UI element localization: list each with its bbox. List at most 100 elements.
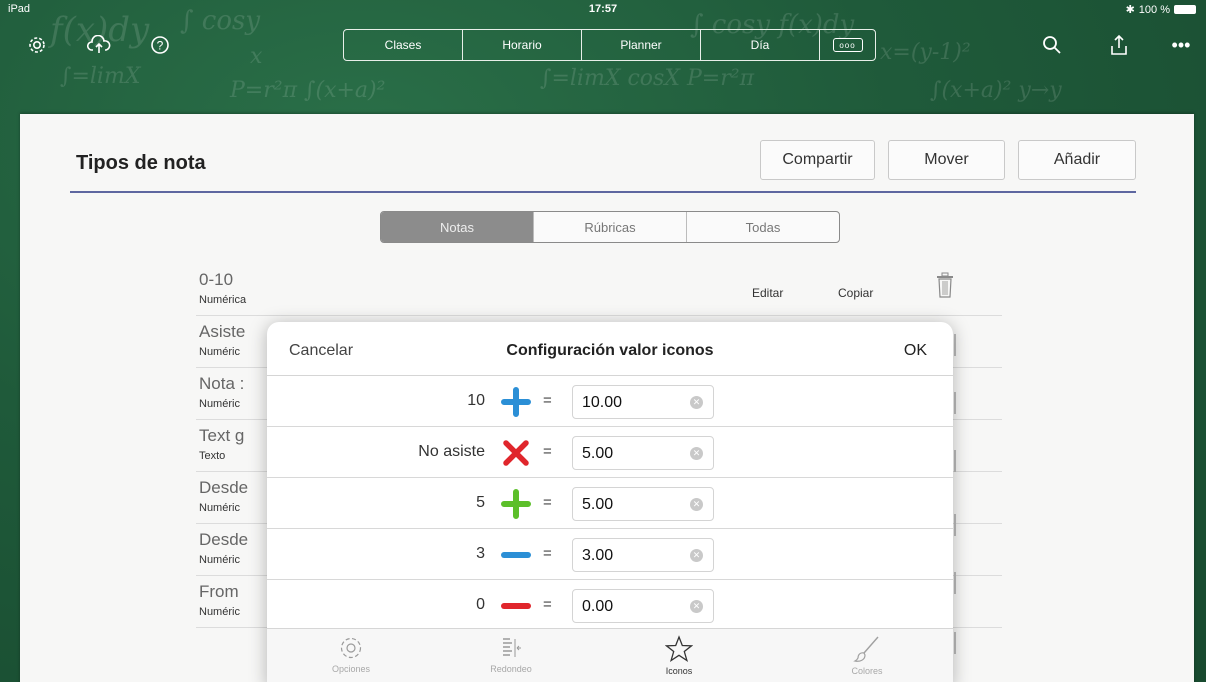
tab-opciones[interactable]: Opciones	[301, 635, 401, 682]
grade-type-name: Desde	[199, 530, 249, 549]
add-button[interactable]: Añadir	[1018, 140, 1136, 180]
value-input-text: 0.00	[582, 598, 614, 615]
equals-sign: =	[543, 596, 552, 613]
tab-notas[interactable]: Notas	[381, 212, 534, 242]
star-icon	[665, 635, 693, 663]
tab-label: Iconos	[665, 666, 693, 676]
clear-icon[interactable]: ✕	[690, 549, 703, 562]
top-nav-tabs: Clases Horario Planner Día ooo	[343, 29, 876, 61]
cloud-upload-icon[interactable]	[86, 32, 112, 58]
tab-planner[interactable]: Planner	[582, 30, 701, 60]
clear-icon[interactable]: ✕	[690, 498, 703, 511]
grade-type-name: Desde	[199, 478, 249, 497]
tab-todas[interactable]: Todas	[687, 212, 839, 242]
bluetooth-icon: ✱	[1125, 4, 1135, 16]
icon-value-row: 10 = 10.00 ✕	[267, 376, 953, 427]
tab-rubricas[interactable]: Rúbricas	[534, 212, 687, 242]
tab-more[interactable]: ooo	[820, 30, 875, 60]
more-tab-label: ooo	[832, 38, 863, 52]
clear-icon[interactable]: ✕	[690, 396, 703, 409]
trash-icon[interactable]	[936, 272, 954, 298]
edit-link[interactable]: Editar	[752, 286, 783, 300]
share-button[interactable]: Compartir	[760, 140, 875, 180]
clear-icon[interactable]: ✕	[690, 600, 703, 613]
value-input[interactable]: 3.00 ✕	[572, 538, 714, 572]
green-plus-icon	[501, 489, 531, 519]
grade-type-kind: Numéric	[199, 398, 240, 410]
icon-value-label: 10	[467, 392, 485, 409]
rounding-icon	[503, 638, 521, 657]
icon-value-label: 3	[476, 545, 485, 562]
value-input[interactable]: 5.00 ✕	[572, 436, 714, 470]
red-minus-icon	[501, 603, 531, 609]
grade-type-kind: Numérica	[199, 294, 247, 306]
value-input-text: 5.00	[582, 496, 614, 513]
help-icon[interactable]: ?	[147, 32, 173, 58]
battery-icon	[1174, 5, 1196, 14]
clock: 17:57	[588, 3, 618, 15]
title-divider	[70, 191, 1136, 193]
gear-icon[interactable]	[24, 32, 50, 58]
icon-value-row: 0 = 0.00 ✕	[267, 580, 953, 631]
status-bar: iPad 17:57 ✱ 100 %	[0, 2, 1206, 18]
tab-horario[interactable]: Horario	[463, 30, 582, 60]
equals-sign: =	[543, 494, 552, 511]
copy-link[interactable]: Copiar	[838, 286, 873, 300]
trash-icon[interactable]	[954, 450, 956, 472]
tab-label: Colores	[851, 666, 883, 676]
more-icon[interactable]: •••	[1168, 32, 1194, 58]
battery-status: ✱ 100 %	[1126, 3, 1196, 16]
tab-dia[interactable]: Día	[701, 30, 820, 60]
grade-type-name: Text g	[199, 426, 245, 445]
tab-redondeo[interactable]: Redondeo	[461, 635, 561, 682]
move-button[interactable]: Mover	[888, 140, 1005, 180]
equals-sign: =	[543, 545, 552, 562]
value-input-text: 10.00	[582, 394, 623, 411]
icon-value-dialog: Cancelar Configuración valor iconos OK 1…	[267, 322, 953, 682]
equals-sign: =	[543, 392, 552, 409]
icon-value-row: 5 = 5.00 ✕	[267, 478, 953, 529]
dialog-header: Cancelar Configuración valor iconos OK	[267, 322, 953, 376]
trash-icon[interactable]	[954, 572, 956, 594]
grade-type-name: Asiste	[199, 322, 246, 341]
trash-icon[interactable]	[954, 632, 956, 654]
icon-value-label: No asiste	[418, 443, 485, 460]
trash-icon[interactable]	[954, 334, 956, 356]
value-input[interactable]: 5.00 ✕	[572, 487, 714, 521]
tab-colores[interactable]: Colores	[817, 635, 917, 682]
trash-icon[interactable]	[954, 392, 956, 414]
value-input[interactable]: 10.00 ✕	[572, 385, 714, 419]
icon-value-label: 5	[476, 494, 485, 511]
dialog-tab-bar: Opciones Redondeo Iconos Colores	[267, 628, 953, 682]
tab-label: Opciones	[331, 664, 371, 674]
gear-icon	[340, 637, 362, 659]
trash-icon[interactable]	[954, 514, 956, 536]
share-icon[interactable]	[1106, 32, 1132, 58]
icon-value-row: 3 = 3.00 ✕	[267, 529, 953, 580]
filter-tabs: Notas Rúbricas Todas	[380, 211, 840, 243]
ok-button[interactable]: OK	[904, 342, 927, 360]
search-icon[interactable]	[1039, 32, 1065, 58]
red-x-icon	[503, 440, 529, 466]
clear-icon[interactable]: ✕	[690, 447, 703, 460]
grade-type-name: 0-10	[199, 270, 234, 289]
tab-iconos[interactable]: Iconos	[629, 635, 729, 682]
tab-clases[interactable]: Clases	[344, 30, 463, 60]
dialog-title: Configuración valor iconos	[506, 342, 714, 359]
grade-type-kind: Numéric	[199, 502, 240, 514]
equals-sign: =	[543, 443, 552, 460]
list-item[interactable]: 0-10 Numérica	[196, 264, 1002, 316]
page-title: Tipos de nota	[76, 152, 206, 174]
blue-minus-icon	[501, 552, 531, 558]
grade-type-kind: Numéric	[199, 554, 240, 566]
grade-type-kind: Numéric	[199, 346, 240, 358]
icon-value-row: No asiste = 5.00 ✕	[267, 427, 953, 478]
value-input[interactable]: 0.00 ✕	[572, 589, 714, 623]
icon-value-label: 0	[476, 596, 485, 613]
tab-label: Redondeo	[490, 664, 532, 674]
grade-type-name: Nota :	[199, 374, 245, 393]
value-input-text: 3.00	[582, 547, 614, 564]
grade-type-name: From	[199, 582, 239, 601]
value-input-text: 5.00	[582, 445, 614, 462]
svg-text:?: ?	[157, 39, 164, 53]
